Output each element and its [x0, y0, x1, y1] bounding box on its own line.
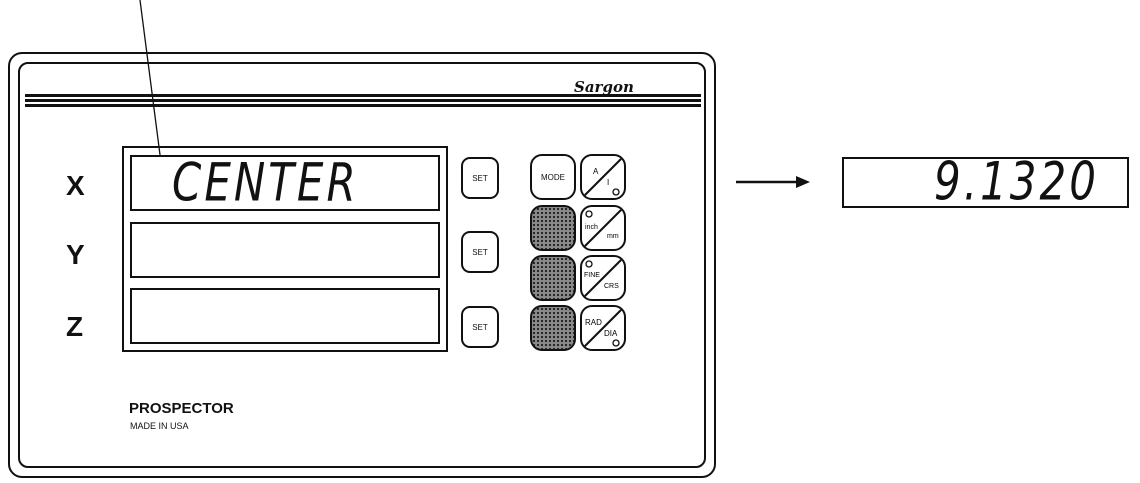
x-axis-display: CENTER [130, 155, 440, 211]
housing-stripe [25, 99, 701, 102]
toggle-fine-crs-button[interactable]: FINE CRS [580, 255, 626, 301]
brand-name: PROSPECTOR [129, 400, 234, 417]
function-key-3[interactable] [530, 305, 576, 351]
toggle-key-graphic: FINE CRS [583, 258, 623, 298]
set-y-button[interactable]: SET [461, 231, 499, 273]
toggle-rad-dia-button[interactable]: RAD DIA [580, 305, 626, 351]
function-key-2[interactable] [530, 255, 576, 301]
housing-stripe [25, 104, 701, 107]
set-x-button[interactable]: SET [461, 157, 499, 199]
indicator-led-icon [585, 260, 593, 268]
axis-label-z: Z [66, 311, 84, 342]
brand-logo: Sargon [574, 78, 634, 97]
indicator-led-icon [612, 339, 620, 347]
toggle-bottom-label: I [607, 178, 609, 187]
z-axis-display [130, 288, 440, 344]
toggle-top-label: RAD [585, 318, 602, 327]
indicator-led-icon [585, 210, 593, 218]
toggle-inch-mm-button[interactable]: inch mm [580, 205, 626, 251]
mode-button[interactable]: MODE [530, 154, 576, 200]
toggle-key-graphic: RAD DIA [583, 308, 623, 348]
toggle-top-label: FINE [584, 272, 600, 279]
toggle-key-graphic: inch mm [583, 208, 623, 248]
indicator-led-icon [612, 188, 620, 196]
function-key-1[interactable] [530, 205, 576, 251]
right-arrow-icon [736, 176, 810, 188]
callout-display: 9.1320 [842, 150, 1129, 212]
x-axis-readout: CENTER [172, 151, 359, 213]
toggle-bottom-label: mm [607, 233, 619, 240]
toggle-bottom-label: CRS [604, 283, 619, 290]
set-z-button[interactable]: SET [461, 306, 499, 348]
toggle-top-label: A [593, 167, 599, 176]
toggle-bottom-label: DIA [604, 329, 618, 338]
axis-label-x: X [66, 170, 85, 201]
made-in-label: MADE IN USA [130, 421, 189, 431]
axis-label-y: Y [66, 239, 85, 270]
toggle-top-label: inch [585, 224, 598, 231]
toggle-abs-inc-button[interactable]: A I [580, 154, 626, 200]
callout-readout: 9.1320 [934, 150, 1099, 212]
y-axis-display [130, 222, 440, 278]
toggle-key-graphic: A I [583, 157, 623, 197]
